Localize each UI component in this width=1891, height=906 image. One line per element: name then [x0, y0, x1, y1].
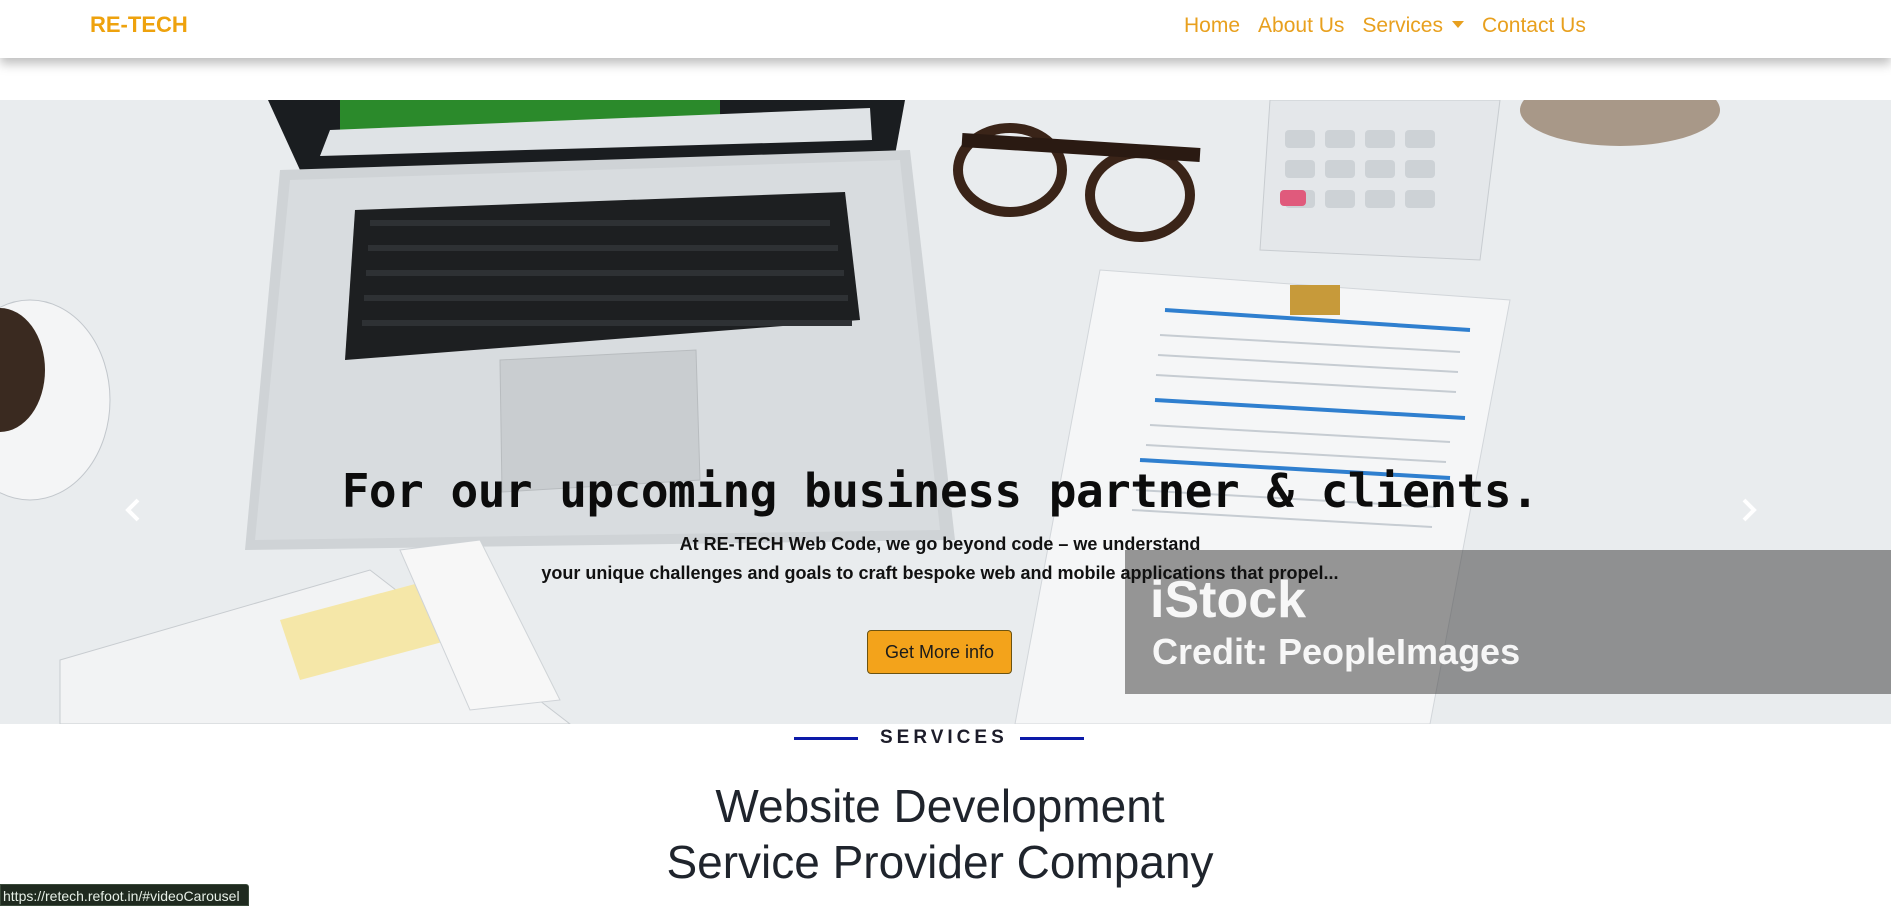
- services-heading: Website Development Service Provider Com…: [0, 778, 1880, 890]
- nav-link-services-label: Services: [1362, 14, 1443, 37]
- hero-title: For our upcoming business partner & clie…: [341, 464, 1539, 518]
- eyebrow-divider-left: [794, 737, 858, 740]
- hero-carousel: iStock Credit: PeopleImages For our upco…: [0, 100, 1891, 724]
- main-nav: Home About Us Services Contact Us: [1184, 14, 1586, 38]
- hero-subtitle-line1: At RE-TECH Web Code, we go beyond code –…: [679, 534, 1201, 554]
- brand-logo[interactable]: RE-TECH: [90, 12, 188, 38]
- services-heading-line2: Service Provider Company: [666, 836, 1214, 888]
- services-eyebrow: SERVICES: [880, 727, 1008, 748]
- services-heading-line1: Website Development: [715, 780, 1165, 832]
- get-more-info-button[interactable]: Get More info: [867, 630, 1012, 674]
- nav-link-about[interactable]: About Us: [1258, 14, 1344, 38]
- eyebrow-divider-right: [1020, 737, 1084, 740]
- dropdown-caret-icon: [1451, 20, 1464, 28]
- status-bar-url: https://retech.refoot.in/#videoCarousel: [0, 884, 249, 906]
- navbar: RE-TECH Home About Us Services Contact U…: [0, 0, 1891, 58]
- nav-link-services[interactable]: Services: [1362, 14, 1464, 38]
- nav-link-home[interactable]: Home: [1184, 14, 1240, 38]
- watermark-credit: Credit: PeopleImages: [1152, 631, 1521, 672]
- nav-link-contact[interactable]: Contact Us: [1482, 14, 1586, 38]
- hero-subtitle-line2: your unique challenges and goals to craf…: [541, 563, 1339, 583]
